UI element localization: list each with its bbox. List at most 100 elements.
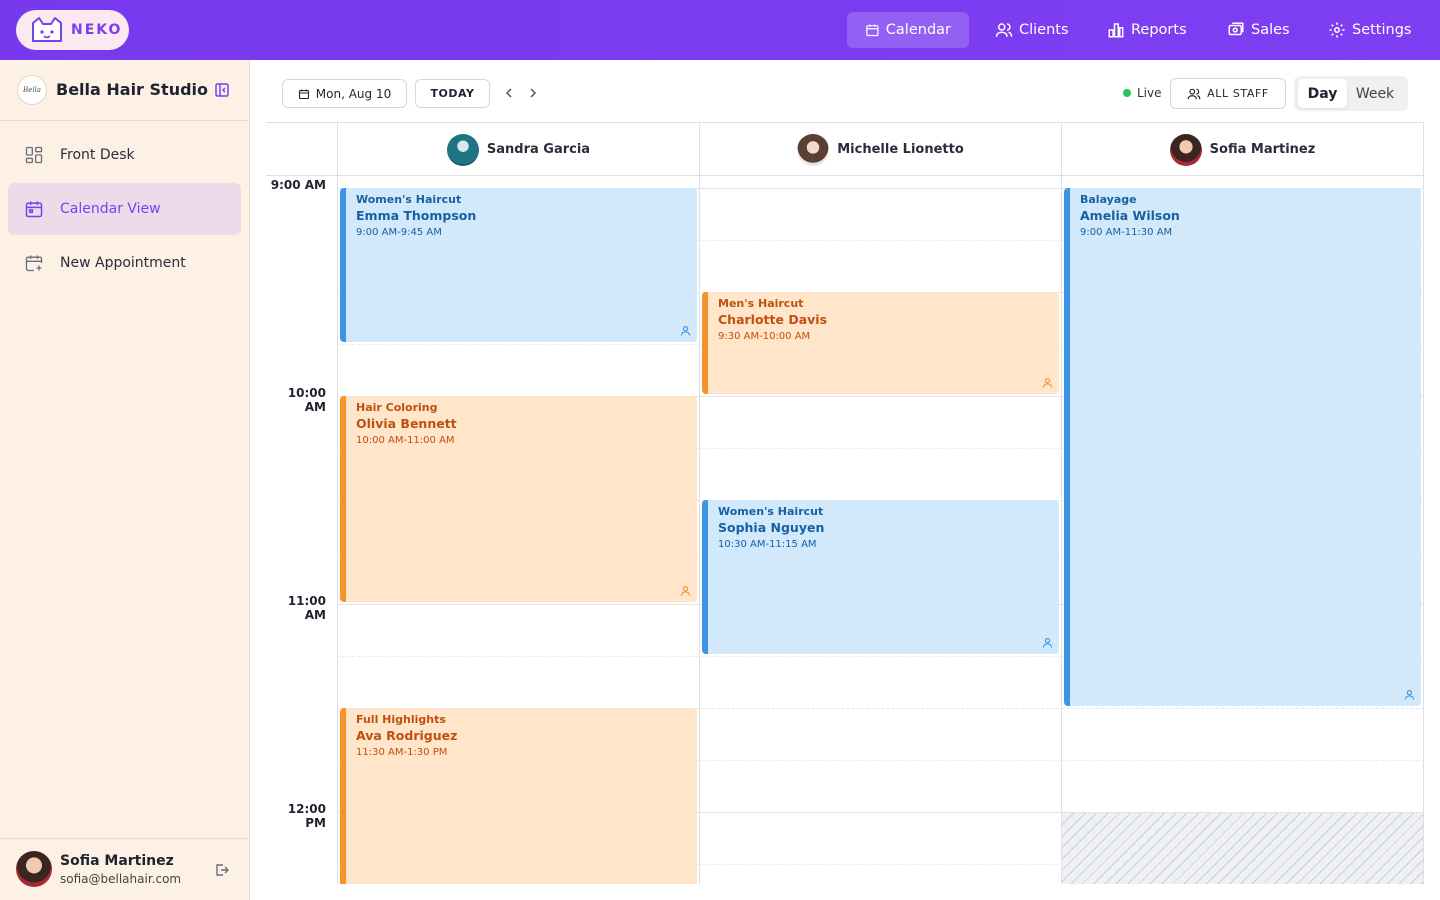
time-label: 10:00 AM	[287, 386, 326, 414]
staff-column-header[interactable]: Sandra Garcia	[337, 123, 699, 176]
staff-avatar	[1169, 133, 1202, 166]
time-label: 11:00 AM	[287, 594, 326, 622]
staff-avatar	[797, 133, 830, 166]
live-dot-icon	[1123, 89, 1131, 97]
appointment-time: 9:00 AM-9:45 AM	[356, 227, 442, 238]
person-icon	[1042, 378, 1053, 388]
appointment-card[interactable]: Men's Haircut Charlotte Davis 9:30 AM-10…	[702, 292, 1059, 394]
date-picker-button[interactable]: Mon, Aug 10	[282, 79, 407, 108]
column-divider	[699, 176, 700, 884]
appointment-service: Balayage	[1080, 193, 1137, 206]
prev-day-icon[interactable]	[502, 86, 516, 100]
nav-sales[interactable]: Sales	[1209, 12, 1308, 48]
grid-icon	[25, 146, 43, 164]
bar-chart-icon	[1108, 23, 1124, 38]
column-divider	[337, 176, 338, 884]
live-label: Live	[1137, 86, 1162, 100]
sidebar-item-calendar-view[interactable]: Calendar View	[8, 183, 241, 235]
user-email: sofia@bellahair.com	[60, 872, 182, 886]
staff-name: Sofia Martinez	[1209, 142, 1316, 157]
view-toggle: Day Week	[1294, 76, 1408, 111]
appointment-client: Charlotte Davis	[718, 312, 828, 327]
time-label: 9:00 AM	[270, 178, 326, 192]
appointment-service: Women's Haircut	[718, 505, 824, 518]
appointment-card[interactable]: Women's Haircut Sophia Nguyen 10:30 AM-1…	[702, 500, 1059, 654]
nav-reports[interactable]: Reports	[1089, 12, 1205, 48]
user-name: Sofia Martinez	[60, 853, 174, 869]
register-icon	[1228, 22, 1244, 36]
column-divider	[1423, 176, 1424, 884]
date-label: Mon, Aug 10	[315, 86, 392, 101]
next-day-icon[interactable]	[526, 86, 540, 100]
person-icon	[680, 326, 691, 336]
sidebar-collapse-icon[interactable]	[214, 82, 230, 98]
sidebar-item-label: Calendar View	[60, 201, 161, 217]
users-icon	[1187, 88, 1201, 99]
gear-icon	[1329, 22, 1345, 38]
appointment-card[interactable]: Women's Haircut Emma Thompson 9:00 AM-9:…	[340, 188, 697, 342]
calendar-icon	[25, 201, 43, 218]
studio-logo: Bella	[17, 75, 47, 105]
nav-clients-label: Clients	[1019, 22, 1069, 38]
sidebar-item-front-desk[interactable]: Front Desk	[8, 129, 241, 181]
appointment-time: 10:30 AM-11:15 AM	[718, 539, 817, 550]
appointment-card[interactable]: Hair Coloring Olivia Bennett 10:00 AM-11…	[340, 396, 697, 602]
all-staff-label: ALL STAFF	[1207, 87, 1269, 100]
sidebar-item-label: New Appointment	[60, 255, 186, 271]
staff-header-row: Sandra Garcia Michelle Lionetto Sofia Ma…	[266, 122, 1424, 176]
appointment-time: 9:00 AM-11:30 AM	[1080, 227, 1173, 238]
top-nav-bar: NEKO Calendar Clients Reports Sales Sett…	[0, 0, 1440, 60]
appointment-client: Sophia Nguyen	[718, 520, 825, 535]
sidebar: Bella Bella Hair Studio Front Desk Calen…	[0, 60, 250, 900]
brand-name: NEKO	[71, 22, 123, 38]
studio-name: Bella Hair Studio	[56, 80, 209, 99]
user-profile: Sofia Martinez sofia@bellahair.com	[0, 838, 249, 900]
nav-sales-label: Sales	[1251, 22, 1290, 38]
appointment-service: Women's Haircut	[356, 193, 462, 206]
unavailable-block	[1062, 813, 1423, 884]
staff-avatar	[446, 133, 479, 166]
appointment-time: 10:00 AM-11:00 AM	[356, 435, 455, 446]
appointment-time: 9:30 AM-10:00 AM	[718, 331, 811, 342]
column-divider	[1061, 176, 1062, 884]
studio-header: Bella Bella Hair Studio	[0, 60, 249, 121]
calendar-plus-icon	[25, 255, 43, 272]
staff-name: Michelle Lionetto	[837, 142, 964, 157]
view-week-button[interactable]: Week	[1349, 79, 1401, 108]
appointment-time: 11:30 AM-1:30 PM	[356, 747, 448, 758]
logout-icon[interactable]	[214, 862, 230, 878]
nav-settings[interactable]: Settings	[1310, 12, 1429, 48]
today-button[interactable]: TODAY	[415, 79, 490, 108]
sidebar-item-new-appointment[interactable]: New Appointment	[8, 237, 241, 289]
staff-name: Sandra Garcia	[486, 142, 591, 157]
appointment-service: Full Highlights	[356, 713, 446, 726]
appointment-card[interactable]: Full Highlights Ava Rodriguez 11:30 AM-1…	[340, 708, 697, 884]
calendar-icon	[866, 24, 879, 37]
appointment-client: Emma Thompson	[356, 208, 477, 223]
studio-logo-text: Bella	[23, 86, 41, 94]
appointment-client: Olivia Bennett	[356, 416, 457, 431]
person-icon	[1042, 638, 1053, 648]
sidebar-item-label: Front Desk	[60, 147, 135, 163]
calendar-icon	[298, 89, 309, 99]
user-avatar[interactable]	[16, 851, 52, 887]
time-label: 12:00 PM	[287, 802, 326, 830]
person-icon	[680, 586, 691, 596]
nav-clients[interactable]: Clients	[977, 12, 1087, 48]
neko-logo[interactable]: NEKO	[16, 10, 129, 50]
appointment-card[interactable]: Balayage Amelia Wilson 9:00 AM-11:30 AM	[1064, 188, 1421, 706]
nav-calendar-label: Calendar	[885, 22, 951, 38]
calendar-grid: Sandra Garcia Michelle Lionetto Sofia Ma…	[266, 122, 1424, 884]
all-staff-button[interactable]: ALL STAFF	[1170, 78, 1286, 109]
appointment-service: Men's Haircut	[718, 297, 804, 310]
person-icon	[1404, 690, 1415, 700]
appointment-client: Ava Rodriguez	[356, 728, 458, 743]
staff-column-header[interactable]: Sofia Martinez	[1061, 123, 1424, 176]
nav-settings-label: Settings	[1352, 22, 1412, 38]
view-day-button[interactable]: Day	[1298, 79, 1347, 108]
users-icon	[995, 23, 1013, 37]
nav-calendar[interactable]: Calendar	[847, 12, 969, 48]
appointment-service: Hair Coloring	[356, 401, 438, 414]
appointment-client: Amelia Wilson	[1080, 208, 1180, 223]
staff-column-header[interactable]: Michelle Lionetto	[699, 123, 1061, 176]
